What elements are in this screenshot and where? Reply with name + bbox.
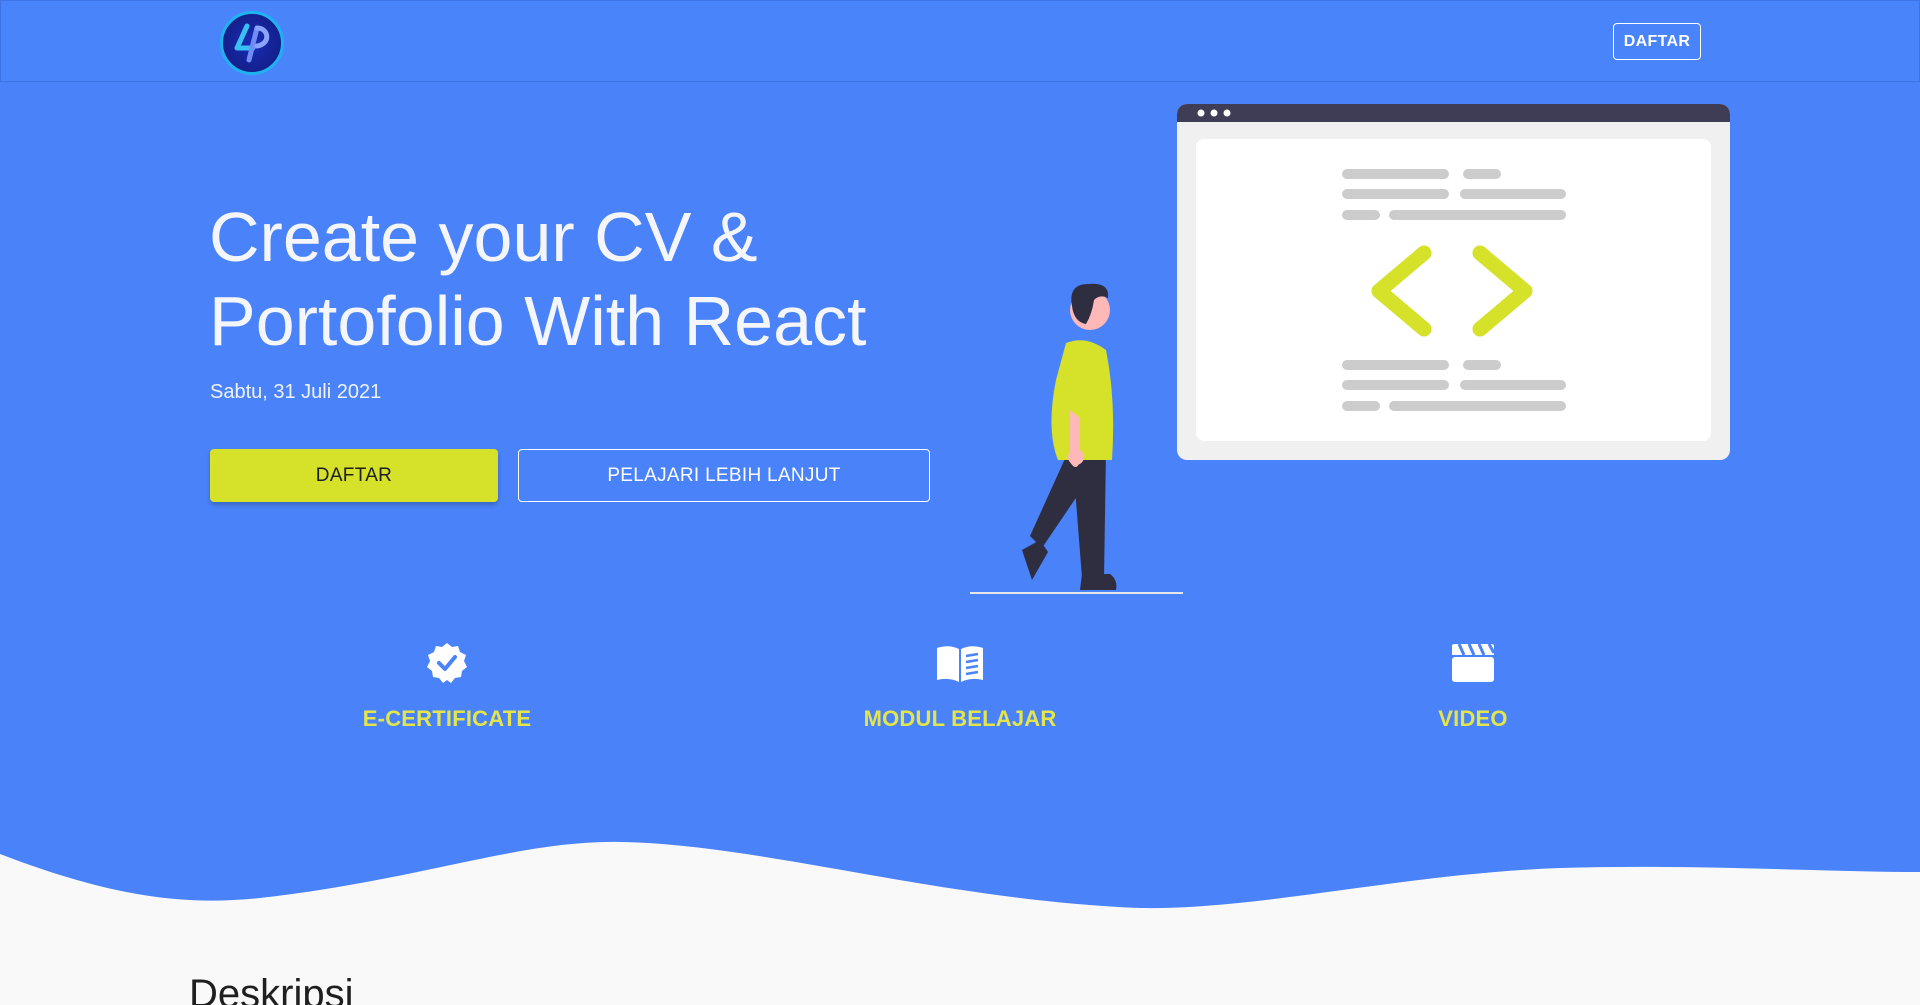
feature-label: MODUL BELAJAR xyxy=(863,706,1057,731)
hero-illustration xyxy=(970,104,1730,594)
hero-title-line1: Create your CV & xyxy=(209,198,758,276)
feature-modul-belajar: MODUL BELAJAR xyxy=(800,640,1120,732)
top-navbar: DAFTAR xyxy=(0,0,1920,82)
lp-logo-icon[interactable] xyxy=(220,11,284,75)
hero-title: Create your CV & Portofolio With React xyxy=(209,195,909,363)
book-open-icon xyxy=(937,646,983,682)
hero-title-line2: Portofolio With React xyxy=(209,282,867,360)
feature-label: E-CERTIFICATE xyxy=(362,706,532,731)
header-register-button[interactable]: DAFTAR xyxy=(1613,23,1701,60)
feature-e-certificate: E-CERTIFICATE xyxy=(287,640,607,732)
walking-person-illustration xyxy=(1022,283,1117,590)
code-window-illustration xyxy=(1177,104,1730,460)
feature-video: VIDEO xyxy=(1313,640,1633,732)
event-date: Sabtu, 31 Juli 2021 xyxy=(210,381,382,403)
feature-label: VIDEO xyxy=(1438,706,1508,731)
learn-more-button[interactable]: PELAJARI LEBIH LANJUT xyxy=(518,449,930,502)
video-clapper-icon xyxy=(1452,643,1496,682)
register-button[interactable]: DAFTAR xyxy=(210,449,498,502)
certificate-check-icon xyxy=(427,643,467,683)
description-heading: Deskripsi xyxy=(189,972,354,1005)
